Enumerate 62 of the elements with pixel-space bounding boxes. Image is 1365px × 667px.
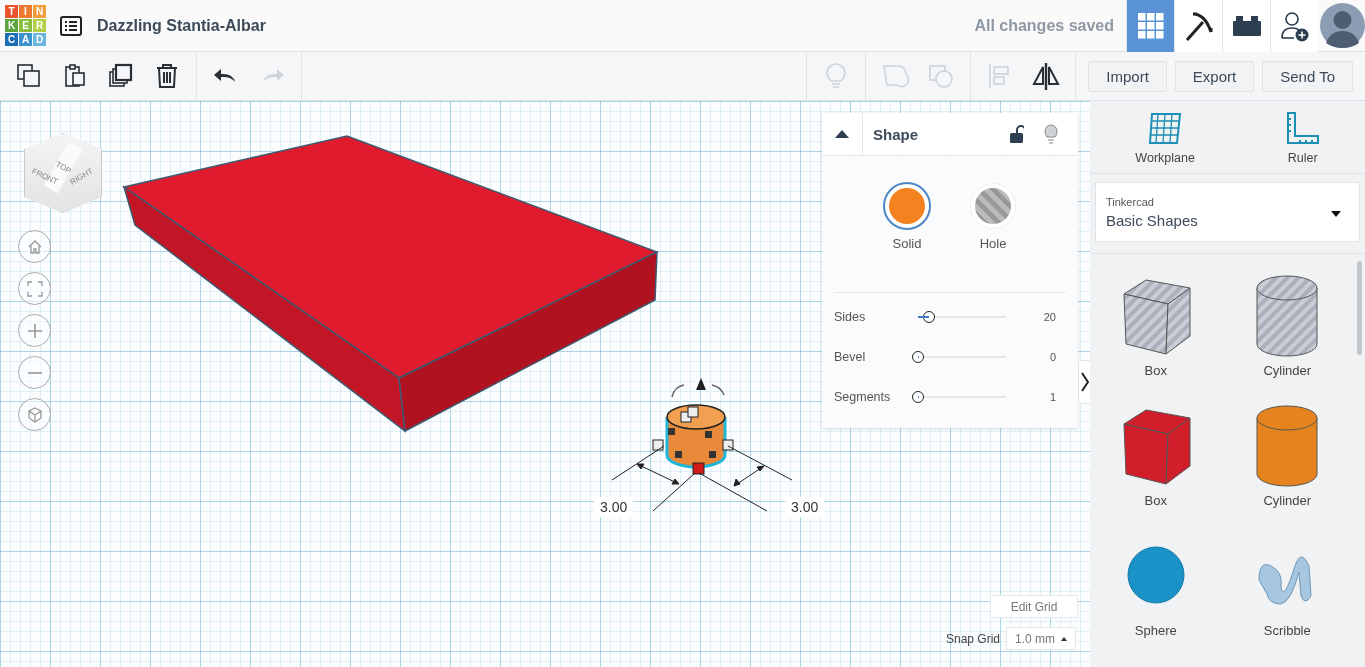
logo-letter: T bbox=[5, 5, 18, 18]
hole-option[interactable]: Hole bbox=[971, 184, 1015, 258]
shape-outline-icon bbox=[881, 62, 910, 90]
plus-icon bbox=[26, 322, 43, 339]
param-value: 1 bbox=[1049, 391, 1056, 403]
box-drawing[interactable] bbox=[122, 135, 659, 433]
ortho-button[interactable] bbox=[18, 398, 51, 431]
chevron-icon bbox=[1080, 372, 1089, 392]
grid-icon bbox=[1137, 12, 1164, 39]
panel-title: Shape bbox=[873, 125, 919, 143]
sidebar-toggle-button[interactable] bbox=[1078, 360, 1090, 404]
snap-grid-label: Snap Grid bbox=[946, 631, 1001, 646]
ruler-tool[interactable]: Ruler bbox=[1285, 111, 1320, 165]
logo-letter: D bbox=[33, 33, 46, 46]
save-status: All changes saved bbox=[974, 16, 1114, 35]
workplane-tool[interactable]: Workplane bbox=[1135, 111, 1195, 165]
logo[interactable]: T I N K E R C A D bbox=[5, 5, 46, 46]
cube-icon bbox=[26, 406, 43, 423]
add-user-icon bbox=[1279, 9, 1310, 42]
logo-letter: C bbox=[5, 33, 18, 46]
ruler-icon bbox=[1285, 111, 1320, 145]
logo-letter: K bbox=[5, 19, 18, 32]
design-title[interactable]: Dazzling Stantia-Albar bbox=[97, 16, 266, 35]
minus-icon bbox=[26, 371, 43, 374]
library-dropdown[interactable]: Tinkercad Basic Shapes bbox=[1095, 182, 1360, 242]
param-value: 0 bbox=[1049, 351, 1056, 363]
logo-letter: A bbox=[19, 33, 32, 46]
light-bulb-icon[interactable] bbox=[1044, 124, 1058, 144]
duplicate-icon bbox=[108, 63, 134, 89]
copy-icon bbox=[16, 63, 42, 89]
logo-letter: E bbox=[19, 19, 32, 32]
param-label: Segments bbox=[834, 390, 892, 404]
clipboard-icon bbox=[62, 63, 88, 89]
dimension-label[interactable]: 3.00 bbox=[785, 497, 825, 517]
dimension-label[interactable]: 3.00 bbox=[594, 497, 634, 517]
frame-icon bbox=[26, 280, 43, 297]
triangle-icon bbox=[834, 129, 850, 139]
logo-letter: N bbox=[33, 5, 46, 18]
param-label: Sides bbox=[834, 310, 867, 324]
add-user-button[interactable] bbox=[1270, 0, 1318, 52]
grid-plane-icon bbox=[1148, 111, 1183, 145]
solid-option[interactable]: Solid bbox=[885, 184, 929, 258]
lock-icon[interactable] bbox=[1010, 125, 1024, 143]
trash-icon bbox=[154, 63, 180, 89]
param-label: Bevel bbox=[834, 350, 867, 364]
avatar-icon[interactable] bbox=[1320, 3, 1365, 48]
pickaxe-view-button[interactable] bbox=[1174, 0, 1222, 52]
snap-grid-dropdown[interactable]: 1.0 mm bbox=[1006, 627, 1077, 650]
toolbar-button[interactable]: Export bbox=[1174, 60, 1255, 92]
toolbar-button[interactable]: Import bbox=[1088, 60, 1167, 92]
list-icon[interactable] bbox=[60, 15, 82, 36]
logo-letter: R bbox=[33, 19, 46, 32]
cylinder-drawing[interactable] bbox=[652, 378, 734, 475]
mirror-icon bbox=[1032, 62, 1061, 90]
bricks-view-button[interactable] bbox=[1222, 0, 1270, 52]
toolbar-button[interactable]: Send To bbox=[1262, 60, 1353, 92]
home-icon bbox=[26, 238, 43, 255]
edit-grid-button[interactable]: Edit Grid bbox=[990, 595, 1078, 618]
brick-icon bbox=[1232, 15, 1261, 36]
logo-letter: I bbox=[19, 5, 32, 18]
square-circle-icon bbox=[927, 62, 956, 90]
param-value: 20 bbox=[1043, 311, 1056, 323]
